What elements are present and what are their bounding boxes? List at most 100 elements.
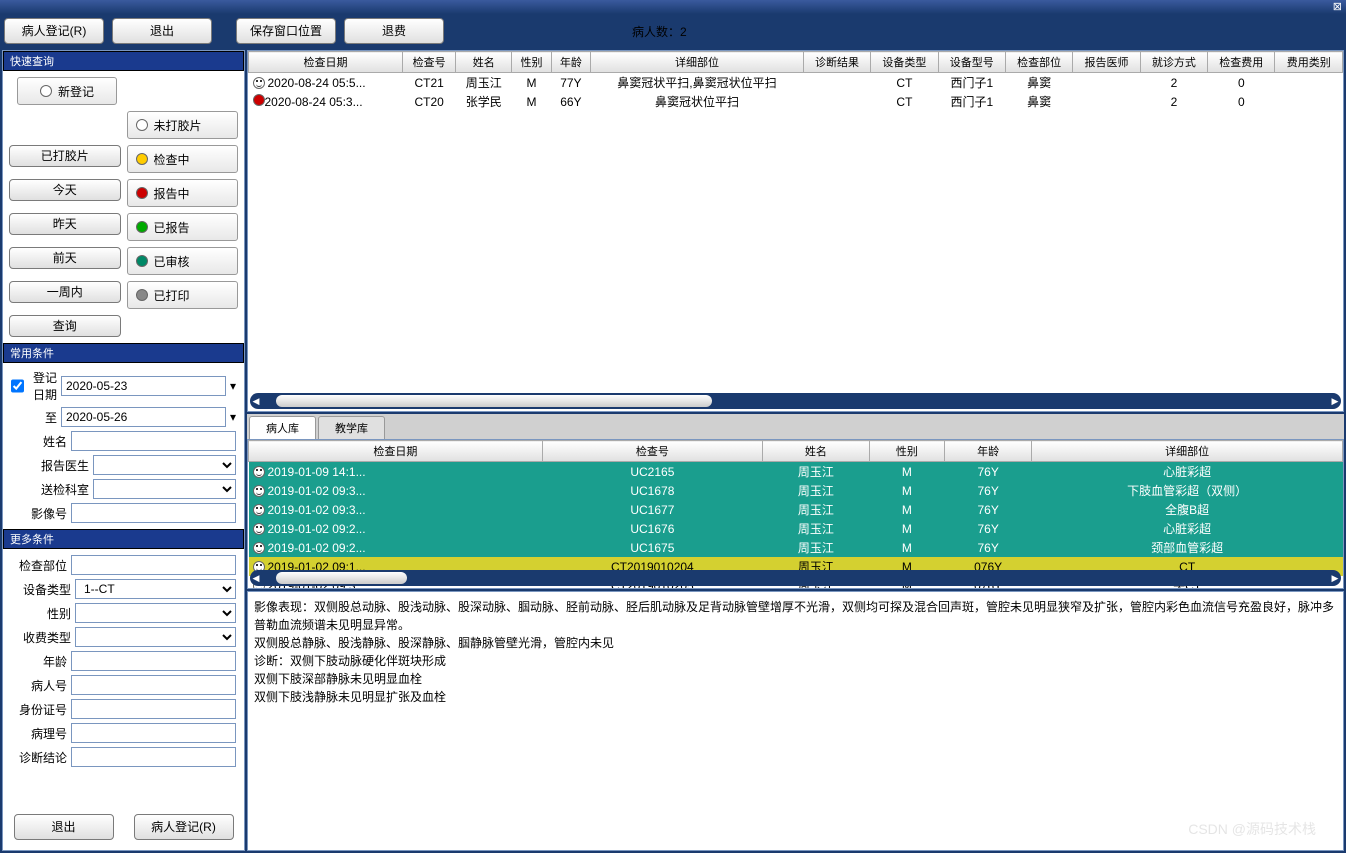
name-input[interactable] bbox=[71, 431, 236, 451]
reporting-button[interactable]: 报告中 bbox=[127, 179, 239, 207]
col-header[interactable]: 年龄 bbox=[944, 441, 1031, 462]
col-header[interactable]: 设备类型 bbox=[871, 52, 938, 73]
col-header[interactable]: 报告医师 bbox=[1073, 52, 1140, 73]
status-dot-icon bbox=[136, 153, 148, 165]
status-dot-icon bbox=[40, 85, 52, 97]
doctor-select[interactable] bbox=[93, 455, 236, 475]
col-header[interactable]: 检查费用 bbox=[1208, 52, 1275, 73]
path-no-input[interactable] bbox=[71, 723, 236, 743]
table-row[interactable]: 2020-08-24 05:5...CT21周玉江M77Y鼻窦冠状平扫,鼻窦冠状… bbox=[249, 73, 1343, 93]
table-row[interactable]: 2019-01-02 09:3...UC1677周玉江M76Y全腹B超 bbox=[249, 500, 1343, 519]
device-label: 设备类型 bbox=[11, 581, 71, 598]
table-row[interactable]: 2019-01-02 09:2...UC1675周玉江M76Y颈部血管彩超 bbox=[249, 538, 1343, 557]
table-row[interactable]: 2019-01-09 14:1...UC2165周玉江M76Y心脏彩超 bbox=[249, 462, 1343, 482]
diag-input[interactable] bbox=[71, 747, 236, 767]
scroll-left-icon[interactable]: ◀ bbox=[250, 572, 262, 584]
dropdown-icon[interactable]: ▾ bbox=[230, 410, 236, 424]
top-toolbar: 病人登记(R) 退出 保存窗口位置 退费 病人数：2 bbox=[0, 14, 1346, 48]
col-header[interactable]: 年龄 bbox=[551, 52, 590, 73]
col-header[interactable]: 详细部位 bbox=[591, 52, 804, 73]
today-button[interactable]: 今天 bbox=[9, 179, 121, 201]
tab-teach-db[interactable]: 教学库 bbox=[318, 416, 385, 439]
report-text: 影像表现：双侧股总动脉、股浅动脉、股深动脉、腘动脉、胫前动脉、胫后肌动脉及足背动… bbox=[247, 591, 1344, 851]
register-button-bottom[interactable]: 病人登记(R) bbox=[134, 814, 234, 840]
col-header[interactable]: 检查号 bbox=[542, 441, 762, 462]
left-panel: 快速查询 新登记 未打胶片 已打胶片 检查中 今天 报告中 昨天 已报告 前天 … bbox=[2, 50, 245, 851]
table-row[interactable]: 2020-08-24 05:3...CT20张学民M66Y鼻窦冠状位平扫CT西门… bbox=[249, 92, 1343, 111]
exit-button-bottom[interactable]: 退出 bbox=[14, 814, 114, 840]
quick-query-header: 快速查询 bbox=[3, 51, 244, 71]
dept-label: 送检科室 bbox=[29, 481, 89, 498]
dept-select[interactable] bbox=[93, 479, 236, 499]
save-position-button[interactable]: 保存窗口位置 bbox=[236, 18, 336, 44]
age-input[interactable] bbox=[71, 651, 236, 671]
part-input[interactable] bbox=[71, 555, 236, 575]
close-icon[interactable]: ⊠ bbox=[1333, 0, 1342, 13]
scroll-thumb[interactable] bbox=[276, 395, 712, 407]
gender-label: 性别 bbox=[11, 605, 71, 622]
fee-type-label: 收费类型 bbox=[11, 629, 71, 646]
query-button[interactable]: 查询 bbox=[9, 315, 121, 337]
common-cond-header: 常用条件 bbox=[3, 343, 244, 363]
dropdown-icon[interactable]: ▾ bbox=[230, 379, 236, 393]
mid-table: 检查日期检查号姓名性别年龄详细部位2019-01-09 14:1...UC216… bbox=[247, 439, 1344, 589]
id-no-input[interactable] bbox=[71, 699, 236, 719]
col-header[interactable]: 姓名 bbox=[762, 441, 869, 462]
age-label: 年龄 bbox=[11, 653, 67, 670]
more-cond-header: 更多条件 bbox=[3, 529, 244, 549]
col-header[interactable]: 检查部位 bbox=[1005, 52, 1072, 73]
refund-button[interactable]: 退费 bbox=[344, 18, 444, 44]
device-select[interactable]: 1--CT bbox=[75, 579, 236, 599]
col-header[interactable]: 姓名 bbox=[456, 52, 512, 73]
table-row[interactable]: 2019-01-02 09:3...UC1678周玉江M76Y下肢血管彩超（双侧… bbox=[249, 481, 1343, 500]
exit-button[interactable]: 退出 bbox=[112, 18, 212, 44]
date-from-input[interactable] bbox=[61, 376, 226, 396]
patient-no-input[interactable] bbox=[71, 675, 236, 695]
fee-type-select[interactable] bbox=[75, 627, 236, 647]
col-header[interactable]: 设备型号 bbox=[938, 52, 1005, 73]
col-header[interactable]: 检查号 bbox=[402, 52, 455, 73]
doctor-label: 报告医生 bbox=[29, 457, 89, 474]
week-button[interactable]: 一周内 bbox=[9, 281, 121, 303]
col-header[interactable]: 检查日期 bbox=[249, 441, 543, 462]
no-film-button[interactable]: 未打胶片 bbox=[127, 111, 239, 139]
col-header[interactable]: 检查日期 bbox=[249, 52, 403, 73]
id-no-label: 身份证号 bbox=[11, 701, 67, 718]
reported-button[interactable]: 已报告 bbox=[127, 213, 239, 241]
patient-no-label: 病人号 bbox=[11, 677, 67, 694]
name-label: 姓名 bbox=[25, 433, 67, 450]
status-dot-icon bbox=[136, 221, 148, 233]
tab-patient-db[interactable]: 病人库 bbox=[249, 416, 316, 439]
date-to-input[interactable] bbox=[61, 407, 226, 427]
printed-button[interactable]: 已打印 bbox=[127, 281, 239, 309]
watermark: CSDN @源码技术栈 bbox=[1188, 819, 1316, 839]
image-no-input[interactable] bbox=[71, 503, 236, 523]
status-dot-icon bbox=[136, 119, 148, 131]
reg-date-checkbox[interactable] bbox=[11, 379, 24, 393]
db-tabs: 病人库 教学库 bbox=[247, 414, 1344, 439]
scroll-right-icon[interactable]: ▶ bbox=[1329, 572, 1341, 584]
new-register-button[interactable]: 新登记 bbox=[17, 77, 117, 105]
h-scrollbar[interactable]: ◀▶ bbox=[250, 393, 1341, 409]
scroll-right-icon[interactable]: ▶ bbox=[1329, 395, 1341, 407]
table-row[interactable]: 2019-01-02 09:2...UC1676周玉江M76Y心脏彩超 bbox=[249, 519, 1343, 538]
col-header[interactable]: 费用类别 bbox=[1275, 52, 1343, 73]
audited-button[interactable]: 已审核 bbox=[127, 247, 239, 275]
scroll-thumb[interactable] bbox=[276, 572, 407, 584]
part-label: 检查部位 bbox=[11, 557, 67, 574]
col-header[interactable]: 性别 bbox=[512, 52, 551, 73]
col-header[interactable]: 诊断结果 bbox=[803, 52, 870, 73]
register-button[interactable]: 病人登记(R) bbox=[4, 18, 104, 44]
scroll-left-icon[interactable]: ◀ bbox=[250, 395, 262, 407]
col-header[interactable]: 详细部位 bbox=[1032, 441, 1343, 462]
patient-count-label: 病人数：2 bbox=[632, 23, 687, 40]
gender-select[interactable] bbox=[75, 603, 236, 623]
yesterday-button[interactable]: 昨天 bbox=[9, 213, 121, 235]
checking-button[interactable]: 检查中 bbox=[127, 145, 239, 173]
filmed-button[interactable]: 已打胶片 bbox=[9, 145, 121, 167]
day-before-button[interactable]: 前天 bbox=[9, 247, 121, 269]
h-scrollbar[interactable]: ◀▶ bbox=[250, 570, 1341, 586]
col-header[interactable]: 就诊方式 bbox=[1140, 52, 1207, 73]
diag-label: 诊断结论 bbox=[11, 749, 67, 766]
col-header[interactable]: 性别 bbox=[869, 441, 944, 462]
